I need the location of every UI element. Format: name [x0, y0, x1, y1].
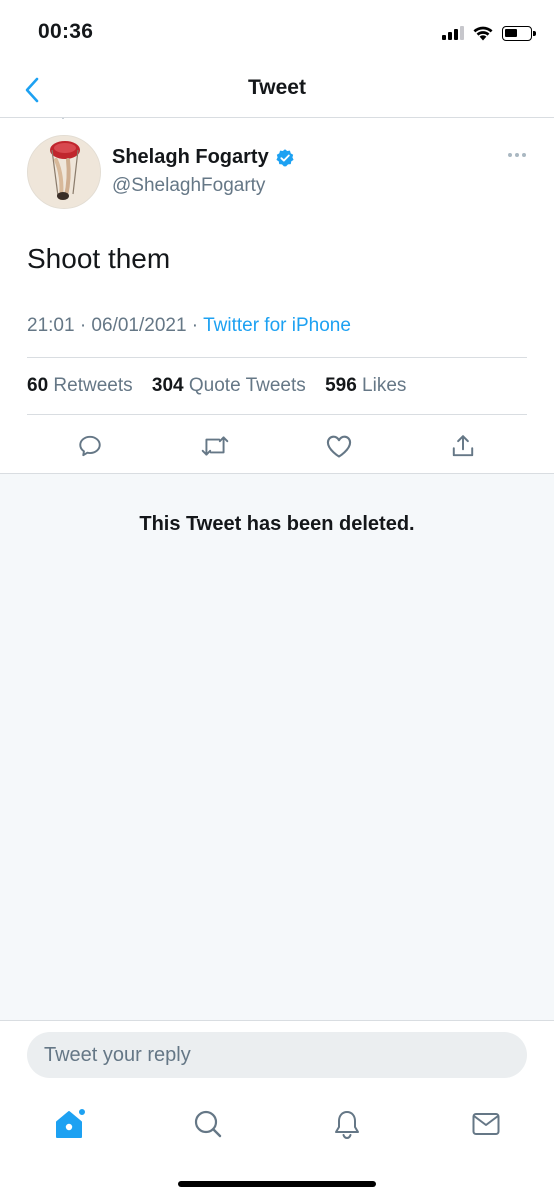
share-button[interactable] [448, 431, 478, 461]
avatar-image [28, 136, 100, 208]
likes-stat[interactable]: 596 Likes [325, 375, 406, 396]
quote-tweets-stat[interactable]: 304 Quote Tweets [152, 375, 306, 396]
author-name[interactable]: Shelagh Fogarty [112, 146, 269, 169]
tweet-meta: 21:01 · 06/01/2021 · Twitter for iPhone [27, 315, 351, 337]
tab-notifications[interactable] [327, 1104, 367, 1144]
search-icon [194, 1110, 222, 1138]
retweet-button[interactable] [200, 431, 230, 461]
author-name-row: Shelagh Fogarty [112, 146, 295, 169]
tweet-text: Shoot them [27, 243, 171, 274]
tweet-source-link[interactable]: Twitter for iPhone [203, 315, 351, 336]
likes-count: 596 [325, 375, 357, 396]
reply-input[interactable] [27, 1032, 527, 1078]
wifi-icon [473, 26, 493, 41]
verified-badge-icon [276, 148, 294, 166]
retweets-stat[interactable]: 60 Retweets [27, 375, 133, 396]
retweets-count: 60 [27, 375, 49, 396]
tweet-timestamp: 21:01 · 06/01/2021 · [27, 315, 204, 336]
status-icons [442, 22, 536, 44]
tweet-stats: 60 Retweets 304 Quote Tweets 596 Likes [27, 375, 420, 397]
page-title: Tweet [248, 76, 306, 99]
home-icon [56, 1107, 87, 1138]
like-button[interactable] [324, 431, 354, 461]
avatar[interactable] [27, 135, 101, 209]
tab-messages[interactable] [466, 1104, 506, 1144]
deleted-tweet-area: This Tweet has been deleted. [0, 474, 554, 1020]
reply-button[interactable] [75, 431, 105, 461]
tab-search[interactable] [188, 1104, 228, 1144]
reply-icon [79, 435, 101, 457]
notifications-icon [335, 1111, 359, 1140]
tab-home[interactable] [50, 1104, 90, 1144]
messages-icon [472, 1113, 500, 1135]
cellular-signal-icon [442, 26, 464, 40]
quote-tweets-count: 304 [151, 375, 184, 396]
retweet-icon [201, 436, 229, 456]
home-indicator[interactable] [178, 1181, 376, 1187]
nav-bar: Tweet [0, 62, 554, 118]
author-handle[interactable]: @ShelaghFogarty [112, 175, 265, 197]
battery-icon [502, 25, 536, 41]
likes-label: Likes [362, 375, 407, 396]
like-icon [326, 435, 352, 458]
retweets-label: Retweets [53, 375, 133, 396]
more-options-button[interactable] [508, 153, 526, 157]
tweet-actions [0, 423, 554, 467]
status-bar: 00:36 [0, 0, 554, 62]
share-icon [452, 435, 474, 457]
deleted-tweet-notice: This Tweet has been deleted. [139, 513, 415, 535]
status-time: 00:36 [38, 20, 94, 43]
divider [27, 357, 527, 358]
divider [27, 414, 527, 415]
quote-tweets-label: Quote Tweets [188, 375, 306, 396]
tweet: Shelagh Fogarty @ShelaghFogarty Shoot th… [0, 119, 554, 474]
reply-bar [0, 1020, 554, 1090]
